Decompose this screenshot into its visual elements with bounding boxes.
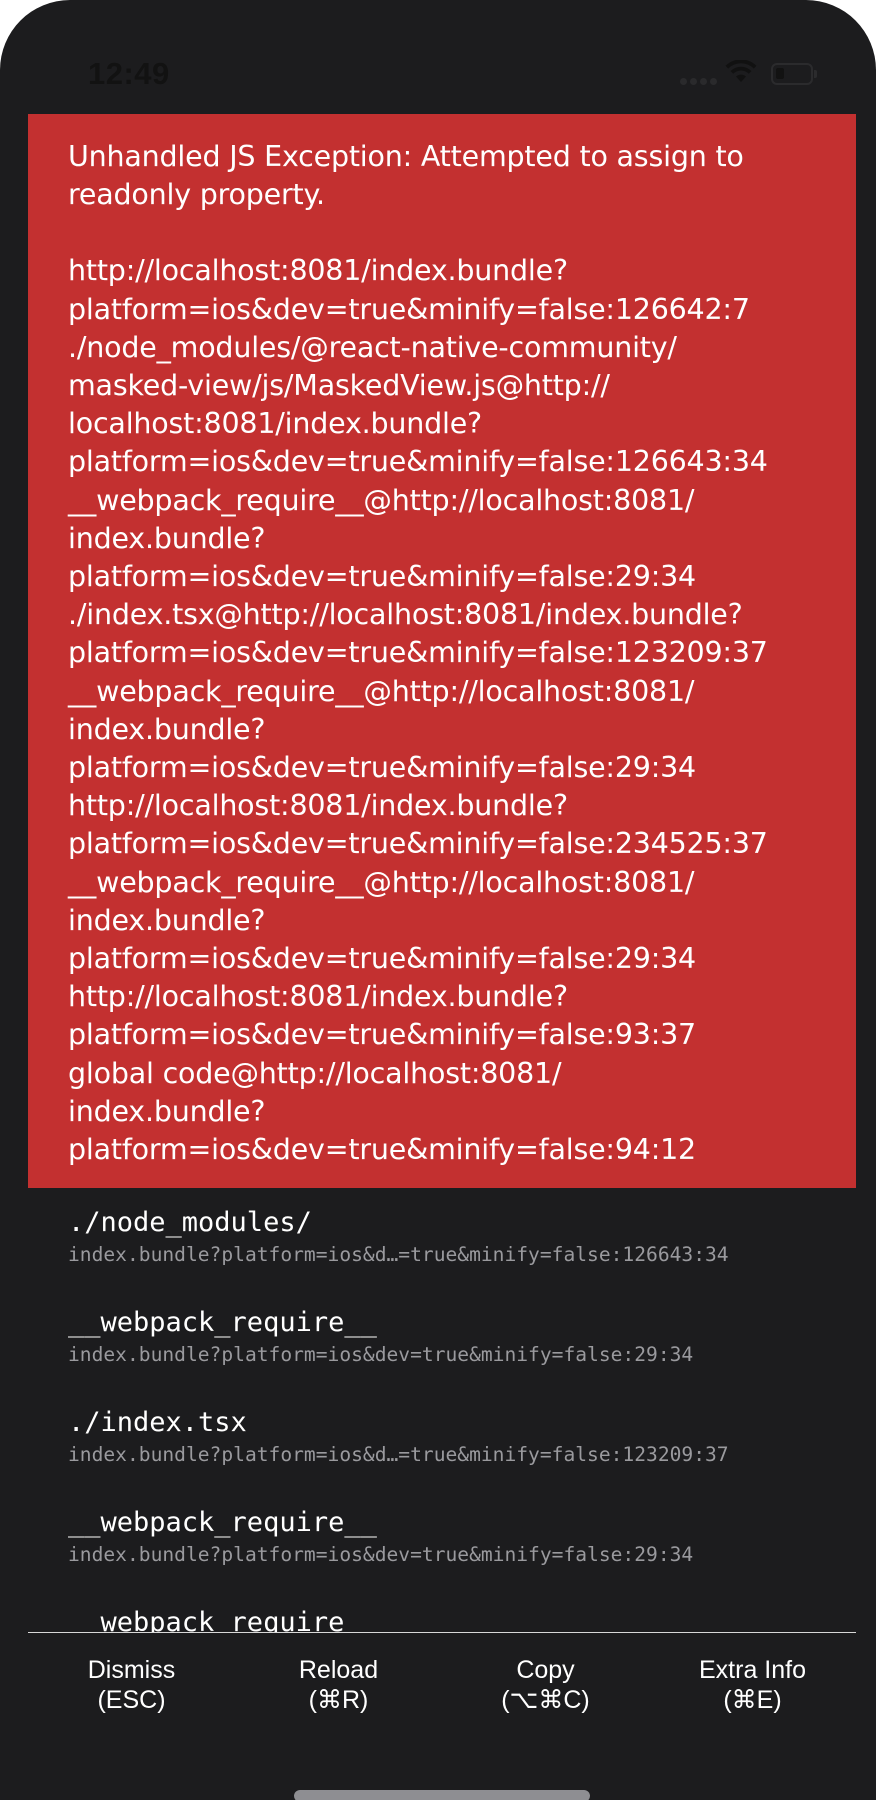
error-title: Unhandled JS Exception: Attempted to ass… — [68, 140, 744, 212]
error-message-panel: Unhandled JS Exception: Attempted to ass… — [28, 114, 856, 1188]
copy-button[interactable]: Copy (⌥⌘C) — [442, 1633, 649, 1742]
stack-frame-list[interactable]: ./node_modules/ index.bundle?platform=io… — [28, 1188, 856, 1632]
extra-info-button[interactable]: Extra Info (⌘E) — [649, 1633, 856, 1742]
dismiss-label: Dismiss — [87, 1656, 176, 1684]
wifi-icon — [725, 60, 757, 82]
status-bar: 12:49 — [0, 0, 876, 110]
battery-icon — [771, 63, 817, 85]
stack-frame[interactable]: ./index.tsx index.bundle?platform=ios&d…… — [68, 1406, 856, 1506]
cellular-signal-icon — [680, 72, 720, 90]
phone-screen: 12:49 Unhandled JS Exception: Attempted … — [0, 0, 876, 1800]
extra-info-label: Extra Info — [699, 1656, 806, 1684]
frame-function-name: __webpack_require__ — [68, 1507, 377, 1538]
frame-location: index.bundle?platform=ios&dev=true&minif… — [68, 1343, 694, 1366]
status-time: 12:49 — [88, 56, 170, 91]
reload-label: Reload — [298, 1656, 379, 1684]
redbox-toolbar: Dismiss (ESC) Reload (⌘R) Copy (⌥⌘C) Ext… — [28, 1632, 856, 1742]
frame-location: index.bundle?platform=ios&d…=true&minify… — [68, 1243, 729, 1266]
reload-button[interactable]: Reload (⌘R) — [235, 1633, 442, 1742]
stack-frame[interactable]: ./node_modules/ index.bundle?platform=io… — [68, 1206, 856, 1306]
extra-info-shortcut: (⌘E) — [723, 1686, 782, 1714]
frame-function-name: __webpack_require__ — [68, 1307, 377, 1338]
dismiss-shortcut: (ESC) — [97, 1686, 166, 1714]
stack-frame[interactable]: __webpack_require__ index.bundle?platfor… — [68, 1506, 856, 1606]
frame-location: index.bundle?platform=ios&dev=true&minif… — [68, 1543, 694, 1566]
copy-label: Copy — [516, 1656, 575, 1684]
reload-shortcut: (⌘R) — [308, 1686, 369, 1714]
copy-shortcut: (⌥⌘C) — [501, 1686, 590, 1714]
dismiss-button[interactable]: Dismiss (ESC) — [28, 1633, 235, 1742]
stack-frame[interactable]: __webpack_require__ — [68, 1606, 856, 1632]
home-indicator[interactable] — [294, 1790, 590, 1800]
frame-function-name: ./node_modules/ — [68, 1207, 312, 1238]
stack-frame[interactable]: __webpack_require__ index.bundle?platfor… — [68, 1306, 856, 1406]
error-stack-trace: http://localhost:8081/index.bundle? plat… — [68, 254, 768, 1167]
frame-function-name: ./index.tsx — [68, 1407, 247, 1438]
frame-function-name: __webpack_require__ — [68, 1607, 377, 1632]
frame-location: index.bundle?platform=ios&d…=true&minify… — [68, 1443, 729, 1466]
